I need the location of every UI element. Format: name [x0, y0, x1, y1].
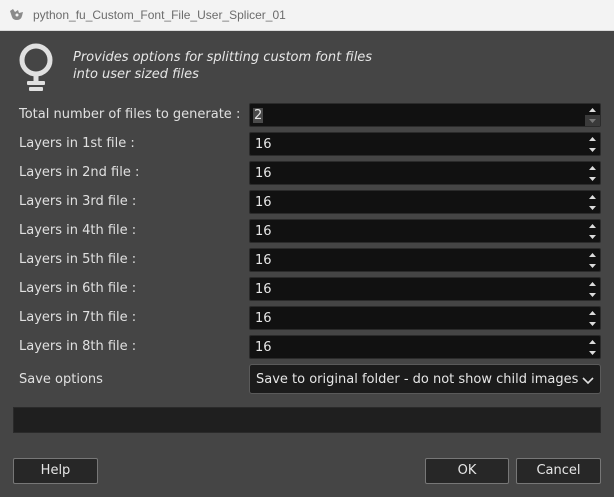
save-options-dropdown[interactable]: Save to original folder - do not show ch… [249, 364, 601, 394]
layers-4th-value[interactable]: 16 [255, 224, 272, 239]
layers-6th-value[interactable]: 16 [255, 282, 272, 297]
decrement-arrow-icon[interactable] [585, 289, 600, 300]
increment-arrow-icon[interactable] [585, 104, 600, 115]
layers-7th-label: Layers in 7th file : [19, 310, 137, 325]
save-options-label: Save options [19, 372, 103, 387]
progress-bar [13, 407, 601, 433]
description-line-1: Provides options for splitting custom fo… [73, 50, 373, 65]
increment-arrow-icon[interactable] [585, 336, 600, 347]
layers-8th-value[interactable]: 16 [255, 340, 272, 355]
decrement-arrow-icon[interactable] [585, 144, 600, 155]
window-title: python_fu_Custom_Font_File_User_Splicer_… [33, 8, 286, 22]
layers-6th-row: Layers in 6th file : 16 [0, 277, 614, 301]
title-bar[interactable]: python_fu_Custom_Font_File_User_Splicer_… [0, 0, 614, 31]
increment-arrow-icon[interactable] [585, 249, 600, 260]
description-line-2: into user sized files [73, 67, 199, 82]
increment-arrow-icon[interactable] [585, 307, 600, 318]
layers-8th-label: Layers in 8th file : [19, 339, 137, 354]
help-button[interactable]: Help [13, 458, 98, 484]
ok-button[interactable]: OK [425, 458, 509, 484]
increment-arrow-icon[interactable] [585, 278, 600, 289]
decrement-arrow-icon[interactable] [585, 347, 600, 358]
gimp-wilber-icon [9, 7, 25, 23]
layers-7th-row: Layers in 7th file : 16 [0, 306, 614, 330]
lightbulb-icon [18, 43, 54, 95]
total-files-label: Total number of files to generate : [19, 107, 241, 122]
layers-5th-value[interactable]: 16 [255, 253, 272, 268]
layers-1st-label: Layers in 1st file : [19, 136, 135, 151]
layers-3rd-row: Layers in 3rd file : 16 [0, 190, 614, 214]
chevron-down-icon [582, 374, 594, 389]
dialog-content: Provides options for splitting custom fo… [0, 31, 614, 497]
layers-1st-value[interactable]: 16 [255, 137, 272, 152]
layers-7th-value[interactable]: 16 [255, 311, 272, 326]
layers-5th-row: Layers in 5th file : 16 [0, 248, 614, 272]
decrement-arrow-icon[interactable] [585, 318, 600, 329]
layers-5th-spinner[interactable]: 16 [249, 248, 601, 272]
decrement-arrow-icon[interactable] [585, 202, 600, 213]
decrement-arrow-icon[interactable] [585, 260, 600, 271]
layers-4th-label: Layers in 4th file : [19, 223, 137, 238]
layers-4th-spinner[interactable]: 16 [249, 219, 601, 243]
save-options-row: Save options Save to original folder - d… [0, 364, 614, 394]
layers-2nd-spinner[interactable]: 16 [249, 161, 601, 185]
total-files-spinner[interactable]: 2 [249, 103, 601, 127]
layers-5th-label: Layers in 5th file : [19, 252, 137, 267]
increment-arrow-icon[interactable] [585, 133, 600, 144]
decrement-arrow-icon[interactable] [585, 115, 600, 126]
cancel-button[interactable]: Cancel [516, 458, 601, 484]
increment-arrow-icon[interactable] [585, 191, 600, 202]
layers-6th-label: Layers in 6th file : [19, 281, 137, 296]
increment-arrow-icon[interactable] [585, 162, 600, 173]
increment-arrow-icon[interactable] [585, 220, 600, 231]
layers-6th-spinner[interactable]: 16 [249, 277, 601, 301]
layers-4th-row: Layers in 4th file : 16 [0, 219, 614, 243]
layers-8th-row: Layers in 8th file : 16 [0, 335, 614, 359]
layers-3rd-label: Layers in 3rd file : [19, 194, 137, 209]
layers-2nd-label: Layers in 2nd file : [19, 165, 140, 180]
total-files-value[interactable]: 2 [253, 108, 264, 123]
layers-1st-spinner[interactable]: 16 [249, 132, 601, 156]
plugin-description: Provides options for splitting custom fo… [73, 49, 372, 83]
layers-8th-spinner[interactable]: 16 [249, 335, 601, 359]
layers-1st-row: Layers in 1st file : 16 [0, 132, 614, 156]
decrement-arrow-icon[interactable] [585, 231, 600, 242]
layers-2nd-value[interactable]: 16 [255, 166, 272, 181]
layers-2nd-row: Layers in 2nd file : 16 [0, 161, 614, 185]
layers-3rd-spinner[interactable]: 16 [249, 190, 601, 214]
layers-3rd-value[interactable]: 16 [255, 195, 272, 210]
total-files-row: Total number of files to generate : 2 [0, 103, 614, 127]
save-options-selected: Save to original folder - do not show ch… [256, 372, 579, 387]
decrement-arrow-icon[interactable] [585, 173, 600, 184]
layers-7th-spinner[interactable]: 16 [249, 306, 601, 330]
